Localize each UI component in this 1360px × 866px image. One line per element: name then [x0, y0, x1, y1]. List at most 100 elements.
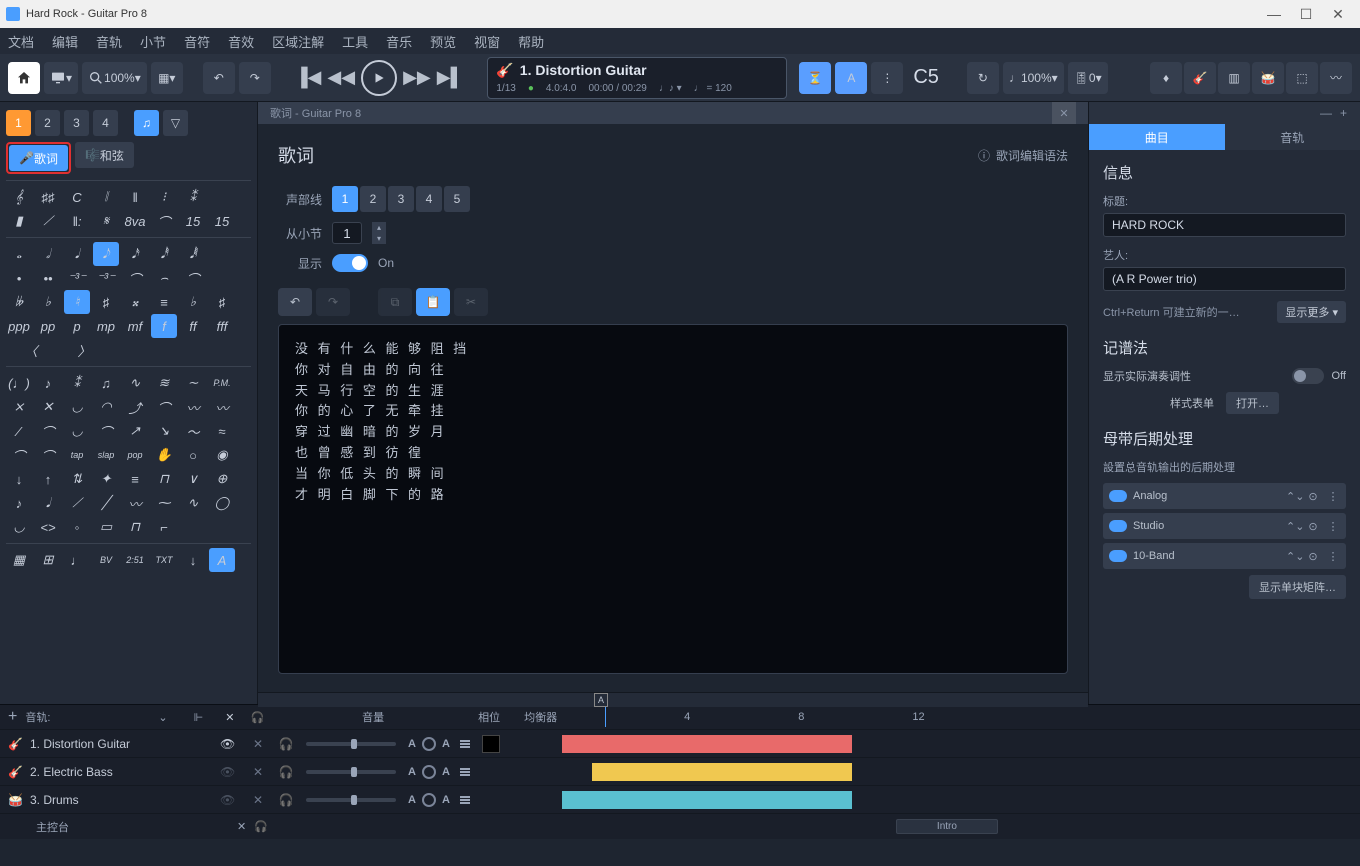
voice-3-tab[interactable]: 3 — [64, 110, 89, 136]
menu-track[interactable]: 音轨 — [96, 32, 122, 51]
fx-analog[interactable]: Analog⌃⌄⊙⋮ — [1103, 483, 1346, 509]
lyrics-textarea[interactable]: 没 有 什 么 能 够 阻 挡 你 对 自 由 的 向 往 天 马 行 空 的 … — [278, 324, 1068, 674]
section-intro[interactable]: Intro — [896, 819, 998, 834]
zoom-button[interactable]: 100%▾ — [82, 62, 147, 94]
skip-start-icon[interactable]: ▐◀ — [295, 67, 322, 88]
pp[interactable]: pp — [35, 314, 61, 338]
track-row-2[interactable]: 🎸 2. Electric Bass 👁 ✕🎧 A A — [0, 757, 1360, 785]
lyrics-redo[interactable]: ↷ — [316, 288, 350, 316]
menu-sound[interactable]: 音乐 — [386, 32, 412, 51]
home-button[interactable] — [8, 62, 40, 94]
track-row-3[interactable]: 🥁 3. Drums 👁 ✕🎧 A A — [0, 785, 1360, 813]
lyrics-palette-button[interactable]: 🎤 歌词 — [9, 145, 68, 171]
drum-icon[interactable]: 🥁 — [1252, 62, 1284, 94]
collapse-icon[interactable]: ⊩ — [194, 711, 204, 724]
layout-button[interactable]: ▦▾ — [151, 62, 183, 94]
menu-section[interactable]: 区域注解 — [272, 32, 324, 51]
menu-tools[interactable]: 工具 — [342, 32, 368, 51]
menu-file[interactable]: 文档 — [8, 32, 34, 51]
menu-bar[interactable]: 小节 — [140, 32, 166, 51]
redo-button[interactable]: ↷ — [239, 62, 271, 94]
lyrics-copy[interactable]: ⧉ — [378, 288, 412, 316]
tuning-button[interactable]: 🎚 0 ▾ — [1068, 62, 1108, 94]
mp[interactable]: mp — [93, 314, 119, 338]
fff[interactable]: fff — [209, 314, 235, 338]
instrument-icon[interactable]: 🎸 — [1184, 62, 1216, 94]
show-toggle[interactable] — [332, 254, 368, 272]
rewind-icon[interactable]: ◀◀ — [327, 67, 355, 88]
countdown-button[interactable]: A — [835, 62, 867, 94]
lyrics-paste[interactable]: 📋 — [416, 288, 450, 316]
voice-line-1[interactable]: 1 — [332, 186, 358, 212]
pm[interactable]: P.M. — [209, 371, 235, 395]
metronome-button[interactable]: ⏳ — [799, 62, 831, 94]
visibility-icon[interactable]: 👁 — [220, 737, 244, 751]
loop-toggle-button[interactable]: ↻ — [967, 62, 999, 94]
piano-icon[interactable]: ▥ — [1218, 62, 1250, 94]
fretboard-icon[interactable]: ⬚ — [1286, 62, 1318, 94]
pan-knob[interactable] — [422, 737, 436, 751]
chords-palette-button[interactable]: 🎼 和弦 — [75, 142, 134, 168]
voice-line-2[interactable]: 2 — [360, 186, 386, 212]
visibility-icon[interactable]: 👁 — [220, 765, 244, 779]
loop-button[interactable]: ⋮ — [871, 62, 903, 94]
section-marker[interactable]: A — [594, 693, 608, 707]
track-info-box[interactable]: 🎸 1. Distortion Guitar 1/13 ● 4.0:4.0 00… — [487, 57, 787, 99]
tuner-icon[interactable]: ♦ — [1150, 62, 1182, 94]
multivoice-button[interactable]: ♫ — [134, 110, 159, 136]
real-play-toggle[interactable] — [1292, 368, 1324, 384]
menu-window[interactable]: 视窗 — [474, 32, 500, 51]
modal-close-button[interactable]: ✕ — [1052, 102, 1076, 124]
voice-line-3[interactable]: 3 — [388, 186, 414, 212]
voice-4-tab[interactable]: 4 — [93, 110, 118, 136]
track-tab[interactable]: 音轨 — [1225, 124, 1360, 150]
eq-button[interactable] — [460, 740, 470, 748]
song-tab[interactable]: 曲目 — [1089, 124, 1225, 150]
artist-input[interactable] — [1103, 267, 1346, 291]
velocity-button[interactable]: ♩ 100% ▾ — [1003, 62, 1064, 94]
menu-edit[interactable]: 编辑 — [52, 32, 78, 51]
close-button[interactable]: ✕ — [1322, 0, 1354, 28]
fastfwd-icon[interactable]: ▶▶ — [403, 67, 431, 88]
solo-all-icon[interactable]: 🎧 — [250, 711, 264, 724]
volume-slider[interactable] — [306, 742, 396, 746]
voice-2-tab[interactable]: 2 — [35, 110, 60, 136]
mute-all-icon[interactable]: ✕ — [225, 711, 234, 724]
ff[interactable]: ff — [180, 314, 206, 338]
track-row-1[interactable]: 🎸 1. Distortion Guitar 👁 ✕🎧 A A — [0, 729, 1360, 757]
add-track-button[interactable]: + — [8, 708, 17, 726]
display-mode-button[interactable]: ▾ — [44, 62, 78, 94]
from-bar-spinner[interactable]: ▴▾ — [372, 222, 386, 244]
mf[interactable]: mf — [122, 314, 148, 338]
f[interactable]: f — [151, 314, 177, 338]
menu-note[interactable]: 音符 — [184, 32, 210, 51]
add-panel-icon[interactable]: + — [1340, 106, 1354, 120]
menu-effect[interactable]: 音效 — [228, 32, 254, 51]
lyrics-help-link[interactable]: ⓘ 歌词编辑语法 — [978, 147, 1068, 164]
title-input[interactable] — [1103, 213, 1346, 237]
p[interactable]: p — [64, 314, 90, 338]
from-bar-input[interactable] — [332, 222, 362, 244]
lyrics-cut[interactable]: ✂ — [454, 288, 488, 316]
fx-icon[interactable]: 〰 — [1320, 62, 1352, 94]
voice-line-5[interactable]: 5 — [444, 186, 470, 212]
ppp[interactable]: ppp — [6, 314, 32, 338]
menu-help[interactable]: 帮助 — [518, 32, 544, 51]
fx-10band[interactable]: 10-Band⌃⌄⊙⋮ — [1103, 543, 1346, 569]
pedalboard-button[interactable]: 显示单块矩阵… — [1249, 575, 1346, 599]
skip-end-icon[interactable]: ▶▌ — [437, 67, 464, 88]
voice-line-4[interactable]: 4 — [416, 186, 442, 212]
voice-1-tab[interactable]: 1 — [6, 110, 31, 136]
play-button[interactable] — [361, 60, 397, 96]
minimize-panel-icon[interactable]: — — [1320, 106, 1334, 120]
undo-button[interactable]: ↶ — [203, 62, 235, 94]
minimize-button[interactable]: — — [1258, 0, 1290, 28]
show-more-button[interactable]: 显示更多 ▾ — [1277, 301, 1346, 323]
style-open-button[interactable]: 打开… — [1226, 392, 1279, 414]
visibility-icon[interactable]: 👁 — [220, 793, 244, 807]
menu-view[interactable]: 预览 — [430, 32, 456, 51]
maximize-button[interactable]: ☐ — [1290, 0, 1322, 28]
design-mode-button[interactable]: ▽ — [163, 110, 188, 136]
fx-studio[interactable]: Studio⌃⌄⊙⋮ — [1103, 513, 1346, 539]
lyrics-undo[interactable]: ↶ — [278, 288, 312, 316]
